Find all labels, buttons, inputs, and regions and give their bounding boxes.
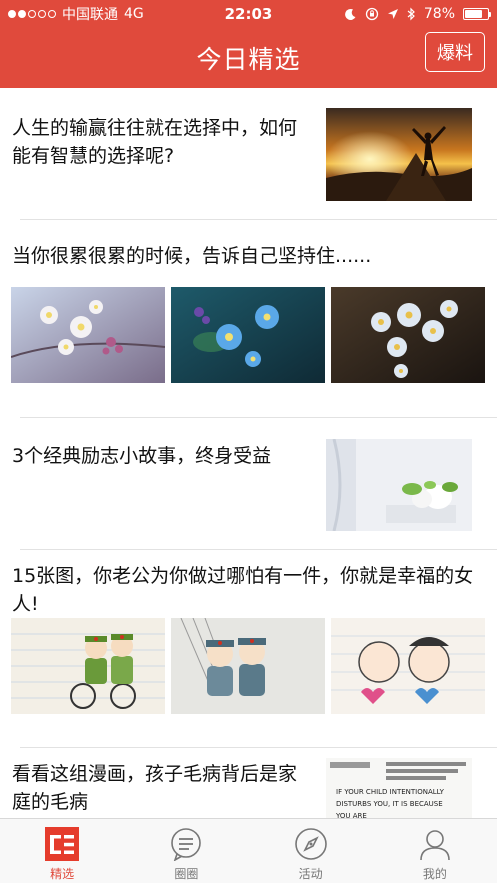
- status-bar: 中国联通 4G 22:03 78%: [0, 0, 497, 28]
- article-image-row: [11, 287, 486, 383]
- poster-caption: IF YOUR CHILD INTENTIONALLY DISTURBS YOU…: [326, 786, 472, 818]
- article-thumbnail: [11, 618, 165, 714]
- white-flower-pot-image: [326, 439, 472, 531]
- article-thumbnail: [326, 108, 472, 201]
- selected-icon: [45, 827, 80, 861]
- tab-label: 活动: [298, 867, 323, 881]
- tab-label: 我的: [422, 867, 447, 881]
- clock: 22:03: [224, 5, 273, 23]
- bluetooth-icon: [407, 7, 415, 21]
- compass-icon: [294, 828, 327, 860]
- article-item[interactable]: 3个经典励志小故事，终身受益: [0, 418, 497, 550]
- flowers-white-blue-image: [331, 287, 485, 383]
- cartoon-couple-uniform-image: [171, 618, 325, 714]
- tab-selected[interactable]: 精选: [0, 819, 124, 883]
- battery-icon: [463, 8, 491, 20]
- article-image-row: [11, 618, 486, 714]
- article-item[interactable]: 人生的输赢往往就在选择中，如何能有智慧的选择呢?: [0, 88, 497, 220]
- article-feed[interactable]: 人生的输赢往往就在选择中，如何能有智慧的选择呢? 当你很累很累的时候，告诉自己坚…: [0, 88, 497, 818]
- tab-circle[interactable]: 圈圈: [124, 819, 248, 883]
- flowers-white-image: [11, 287, 165, 383]
- article-item[interactable]: 15张图，你老公为你做过哪怕有一件，你就是幸福的女人!: [0, 550, 497, 746]
- moon-icon: [344, 8, 356, 20]
- flowers-blue-image: [171, 287, 325, 383]
- article-item[interactable]: 当你很累很累的时候，告诉自己坚持住......: [0, 220, 497, 416]
- article-thumbnail: [171, 618, 325, 714]
- article-title: 当你很累很累的时候，告诉自己坚持住......: [12, 245, 372, 267]
- article-title: 看看这组漫画，孩子毛病背后是家庭的毛病: [12, 763, 298, 813]
- nav-bar: 今日精选 爆料: [0, 28, 497, 88]
- article-thumbnail: [171, 287, 325, 383]
- article-title: 人生的输赢往往就在选择中，如何能有智慧的选择呢?: [12, 117, 298, 167]
- article-thumbnail: IF YOUR CHILD INTENTIONALLY DISTURBS YOU…: [326, 758, 472, 818]
- cartoon-couple-bike-image: [11, 618, 165, 714]
- tab-label: 圈圈: [174, 867, 199, 881]
- tab-activity[interactable]: 活动: [249, 819, 373, 883]
- network-type: 4G: [124, 6, 144, 22]
- user-icon: [420, 830, 450, 861]
- sunset-silhouette-image: [326, 108, 472, 201]
- poster-line: IF YOUR CHILD INTENTIONALLY: [336, 788, 444, 796]
- article-thumbnail: [331, 618, 485, 714]
- tab-label: 精选: [50, 867, 75, 881]
- status-left: 中国联通 4G: [8, 4, 188, 24]
- rotation-lock-icon: [365, 7, 379, 21]
- chat-bubble-icon: [171, 828, 202, 861]
- battery-percent: 78%: [423, 6, 455, 22]
- article-title: 3个经典励志小故事，终身受益: [12, 445, 272, 467]
- report-button[interactable]: 爆料: [425, 32, 485, 72]
- location-icon: [387, 9, 398, 19]
- tab-mine[interactable]: 我的: [373, 819, 497, 883]
- article-thumbnail: [11, 287, 165, 383]
- status-right: 78%: [309, 6, 491, 22]
- article-item[interactable]: 看看这组漫画，孩子毛病背后是家庭的毛病 IF YOUR CHILD INTENT…: [0, 748, 497, 818]
- page-title: 今日精选: [196, 45, 301, 74]
- signal-strength-icon: [8, 10, 56, 18]
- article-title: 15张图，你老公为你做过哪怕有一件，你就是幸福的女人!: [12, 565, 474, 615]
- poster-line: DISTURBS YOU, IT IS BECAUSE: [336, 800, 443, 808]
- carrier-name: 中国联通: [62, 7, 118, 23]
- article-thumbnail: [326, 439, 472, 531]
- poster-line: YOU ARE: [336, 812, 367, 818]
- tab-bar: 精选 圈圈 活动 我的: [0, 818, 497, 883]
- cartoon-couple-hearts-image: [331, 618, 485, 714]
- article-thumbnail: [331, 287, 485, 383]
